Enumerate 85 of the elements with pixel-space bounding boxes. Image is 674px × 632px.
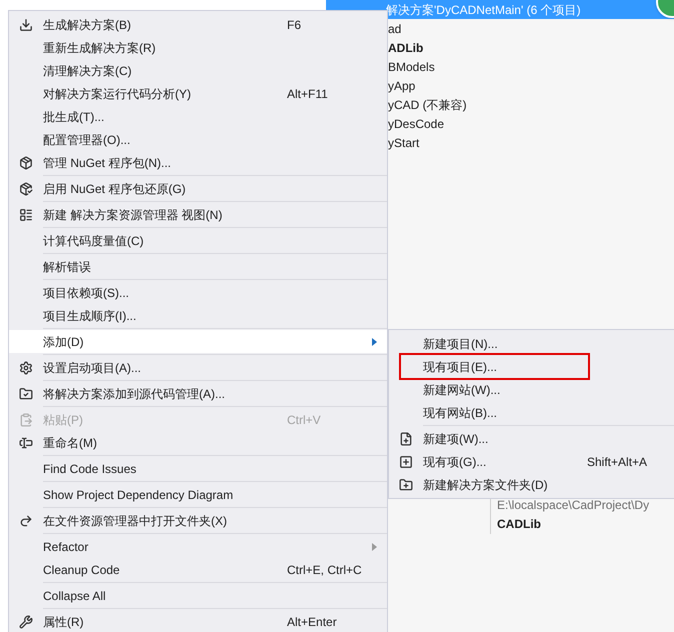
- shortcut-text: Shift+Alt+A: [587, 454, 648, 470]
- menu-label: 粘贴(P): [43, 412, 83, 428]
- package-icon: [19, 156, 33, 170]
- menu-item[interactable]: 新建解决方案文件夹(D): [389, 473, 674, 496]
- menu-item[interactable]: 添加(D): [9, 330, 387, 353]
- folder-plus-icon: [399, 478, 413, 492]
- menu-item[interactable]: 在文件资源管理器中打开文件夹(X): [9, 509, 387, 532]
- square-plus-icon: [399, 454, 413, 468]
- new-file-icon: [399, 432, 413, 446]
- menu-item[interactable]: 重命名(M): [9, 431, 387, 454]
- submenu-arrow-icon: [372, 542, 377, 550]
- menu-label: 项目依赖项(S)...: [43, 284, 129, 302]
- list-view-icon: [19, 208, 33, 222]
- curved-arrow-icon: [19, 514, 33, 528]
- menu-label: 清理解决方案(C): [43, 62, 132, 80]
- menu-label: 配置管理器(O)...: [43, 132, 130, 148]
- menu-label: Cleanup Code: [43, 562, 120, 578]
- menu-label: 启用 NuGet 程序包还原(G): [43, 180, 186, 198]
- menu-label: 属性(R): [43, 614, 84, 630]
- menu-label: 项目生成顺序(I)...: [43, 308, 136, 324]
- menu-item[interactable]: 项目依赖项(S)...: [9, 281, 387, 304]
- menu-label: 生成解决方案(B): [43, 16, 131, 34]
- menu-item[interactable]: Show Project Dependency Diagram: [9, 483, 387, 506]
- menu-item[interactable]: 批生成(T)...: [9, 105, 387, 128]
- menu-item[interactable]: 新建项目(N)...: [389, 332, 674, 355]
- menu-item[interactable]: 现有网站(B)...: [389, 401, 674, 424]
- menu-label: 重新生成解决方案(R): [43, 40, 156, 56]
- menu-label: 设置启动项目(A)...: [43, 360, 141, 376]
- package-check-icon: [19, 182, 33, 196]
- folder-check-icon: [19, 386, 33, 400]
- menu-item[interactable]: 现有项目(E)...: [389, 355, 674, 378]
- menu-label: 解析错误: [43, 258, 91, 276]
- menu-item[interactable]: 将解决方案添加到源代码管理(A)...: [9, 382, 387, 405]
- clipboard-icon: [19, 412, 33, 426]
- build-icon: [19, 18, 33, 32]
- property-value: E:\localspace\CadProject\Dy: [497, 497, 650, 514]
- menu-item[interactable]: 配置管理器(O)...: [9, 128, 387, 151]
- shortcut-text: F6: [287, 16, 302, 34]
- menu-label: Find Code Issues: [43, 460, 136, 478]
- menu-item[interactable]: 新建网站(W)...: [389, 378, 674, 401]
- menu-item[interactable]: 管理 NuGet 程序包(N)...: [9, 151, 387, 174]
- menu-item[interactable]: 对解决方案运行代码分析(Y) Alt+F11: [9, 82, 387, 105]
- menu-label: 现有项目(E)...: [423, 358, 497, 376]
- menu-item[interactable]: 新建 解决方案资源管理器 视图(N): [9, 203, 387, 226]
- menu-label: Refactor: [43, 538, 88, 556]
- menu-label: Show Project Dependency Diagram: [43, 486, 234, 504]
- menu-label: 在文件资源管理器中打开文件夹(X): [43, 512, 227, 530]
- menu-label: Collapse All: [43, 588, 106, 604]
- menu-label: 将解决方案添加到源代码管理(A)...: [43, 386, 225, 402]
- menu-label: 新建项(W)...: [423, 430, 488, 448]
- menu-item[interactable]: Refactor: [9, 535, 387, 558]
- wrench-icon: [19, 614, 33, 628]
- menu-label: 添加(D): [43, 334, 84, 350]
- menu-item[interactable]: 属性(R) Alt+Enter: [9, 610, 387, 632]
- property-value: CADLib: [497, 516, 542, 533]
- menu-item[interactable]: 设置启动项目(A)...: [9, 356, 387, 379]
- menu-item[interactable]: 解析错误: [9, 255, 387, 278]
- menu-label: 管理 NuGet 程序包(N)...: [43, 154, 172, 172]
- shortcut-text: Ctrl+V: [287, 412, 321, 428]
- menu-label: 新建 解决方案资源管理器 视图(N): [43, 206, 222, 224]
- menu-item[interactable]: 新建项(W)...: [389, 427, 674, 450]
- menu-label: 对解决方案运行代码分析(Y): [43, 86, 191, 102]
- menu-item[interactable]: Collapse All: [9, 584, 387, 607]
- menu-label: 计算代码度量值(C): [43, 232, 144, 250]
- menu-label: 新建解决方案文件夹(D): [423, 476, 548, 494]
- menu-item[interactable]: 项目生成顺序(I)...: [9, 304, 387, 327]
- shortcut-text: Ctrl+E, Ctrl+C: [287, 562, 362, 578]
- menu-label: 现有项(G)...: [423, 454, 486, 470]
- menu-item[interactable]: 计算代码度量值(C): [9, 229, 387, 252]
- menu-label: 新建网站(W)...: [423, 382, 500, 398]
- settings-icon: [19, 360, 33, 374]
- menu-label: 重命名(M): [43, 434, 97, 452]
- menu-item[interactable]: 重新生成解决方案(R): [9, 36, 387, 59]
- menu-item[interactable]: 清理解决方案(C): [9, 59, 387, 82]
- shortcut-text: Alt+F11: [287, 86, 328, 102]
- shortcut-text: Alt+Enter: [287, 614, 337, 630]
- rename-icon: [19, 436, 33, 450]
- menu-label: 现有网站(B)...: [423, 404, 497, 422]
- menu-item[interactable]: 现有项(G)... Shift+Alt+A: [389, 450, 674, 473]
- menu-item[interactable]: Find Code Issues: [9, 457, 387, 480]
- menu-item[interactable]: Cleanup Code Ctrl+E, Ctrl+C: [9, 558, 387, 581]
- menu-item[interactable]: 启用 NuGet 程序包还原(G): [9, 177, 387, 200]
- submenu-arrow-icon: [372, 338, 377, 346]
- menu-label: 新建项目(N)...: [423, 336, 498, 352]
- menu-label: 批生成(T)...: [43, 108, 104, 126]
